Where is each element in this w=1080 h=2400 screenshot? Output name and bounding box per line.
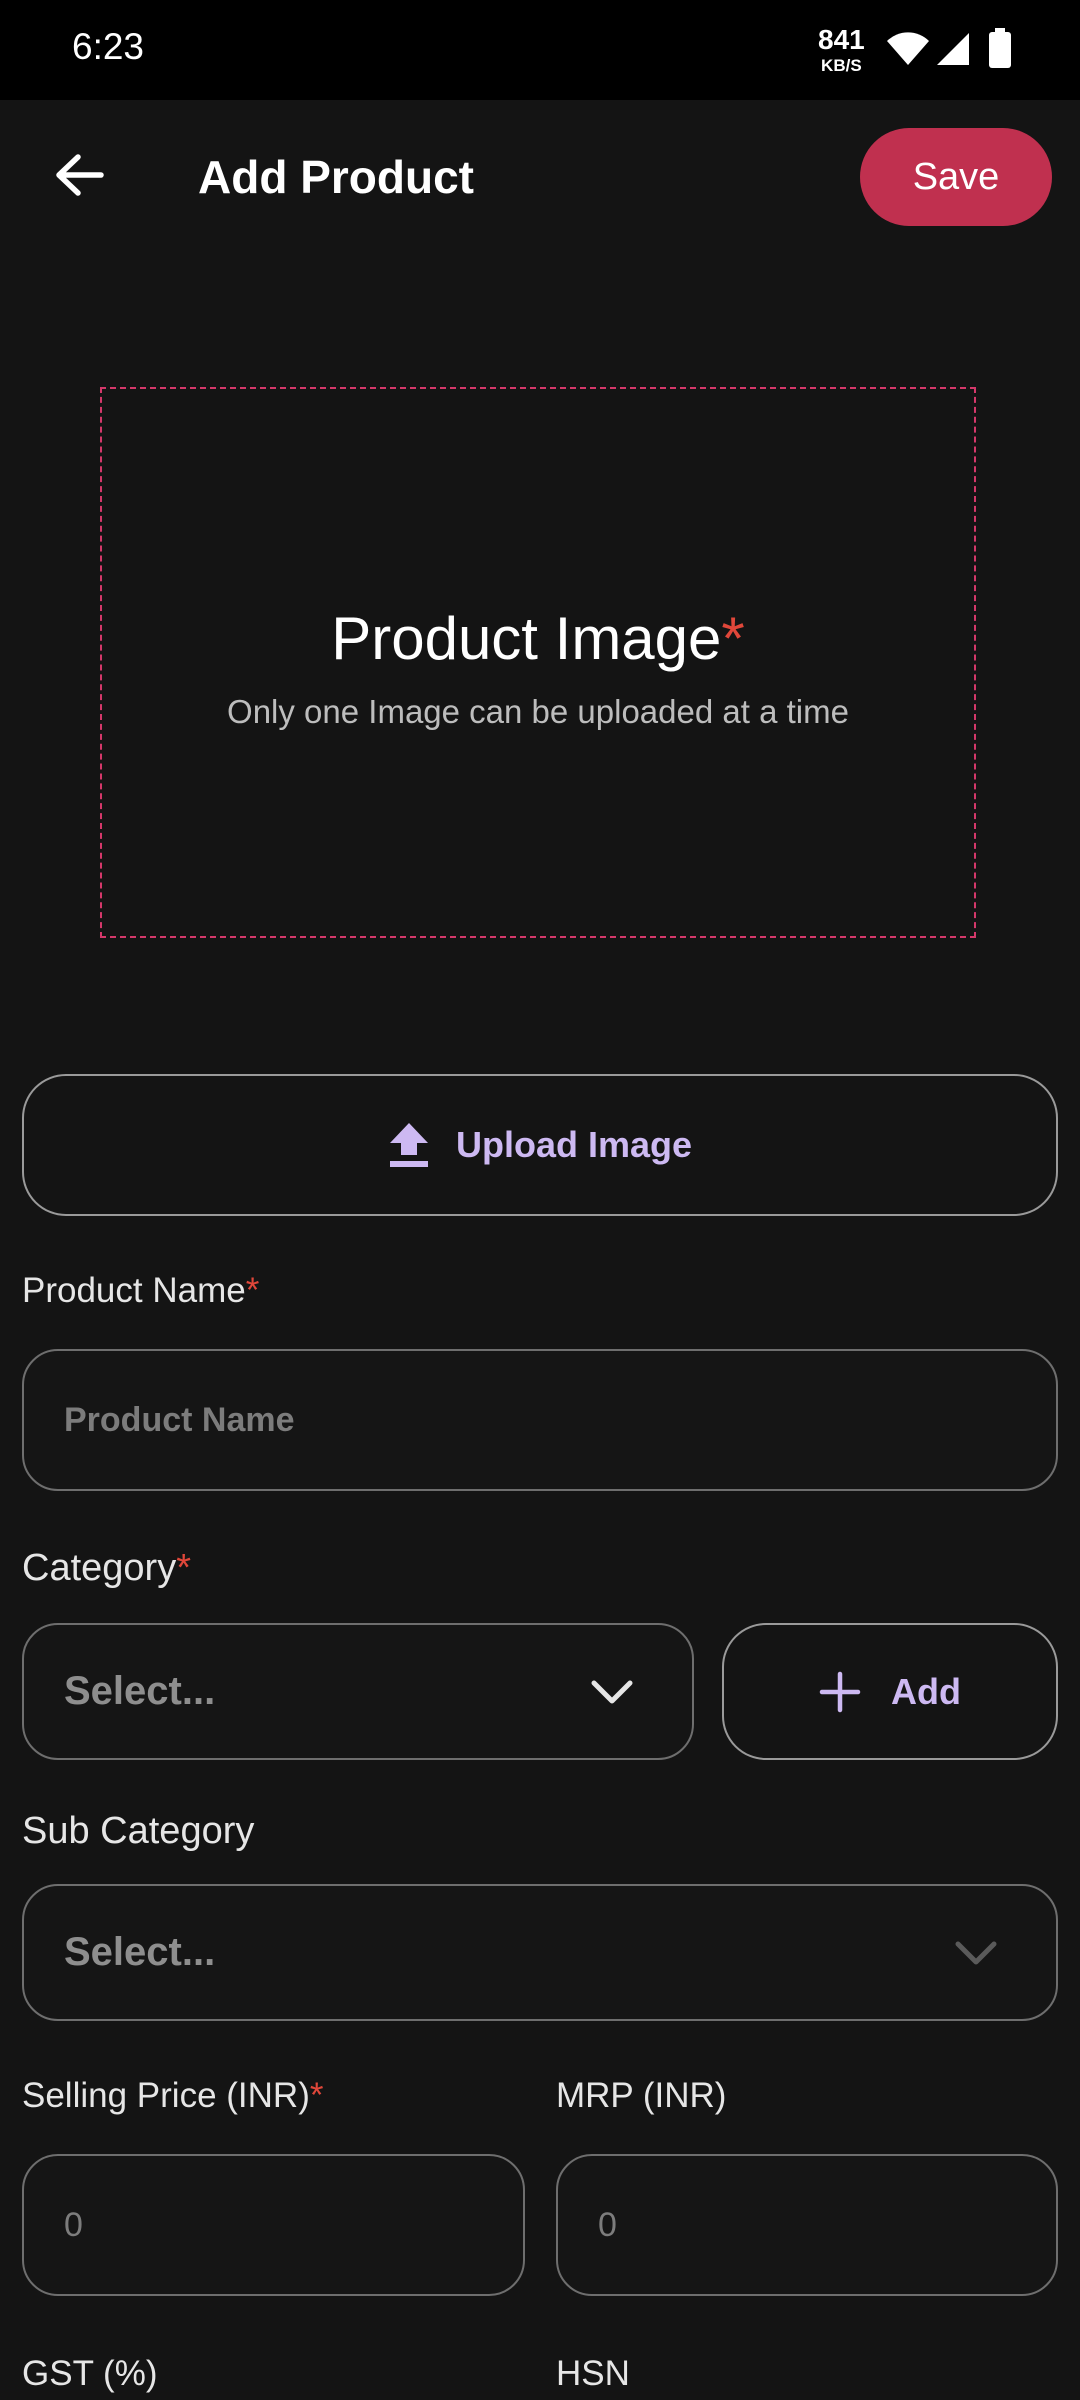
product-image-title-text: Product Image bbox=[331, 605, 722, 672]
product-image-dropzone[interactable]: Product Image* Only one Image can be upl… bbox=[100, 387, 976, 938]
selling-price-field[interactable]: 0 bbox=[22, 2154, 525, 2296]
status-time: 6:23 bbox=[72, 26, 145, 67]
sub-category-select-value: Select... bbox=[64, 1930, 216, 1974]
sub-category-label: Sub Category bbox=[22, 1810, 255, 1852]
sub-category-select[interactable]: Select... bbox=[22, 1884, 1058, 2021]
status-bar: 6:23 841 KB/S bbox=[0, 0, 1080, 100]
wifi-icon bbox=[887, 32, 929, 65]
product-image-hint: Only one Image can be uploaded at a time bbox=[227, 693, 849, 730]
selling-price-label-text: Selling Price (INR) bbox=[22, 2076, 310, 2115]
add-category-label: Add bbox=[891, 1670, 961, 1712]
category-select[interactable]: Select... bbox=[22, 1623, 694, 1760]
network-speed-value: 841 bbox=[818, 24, 865, 55]
network-speed: 841 KB/S bbox=[818, 24, 865, 75]
network-speed-unit: KB/S bbox=[821, 56, 862, 75]
product-name-label-text: Product Name bbox=[22, 1271, 246, 1310]
save-button[interactable]: Save bbox=[860, 128, 1052, 226]
add-category-button[interactable]: Add bbox=[722, 1623, 1058, 1760]
category-label-text: Category bbox=[22, 1547, 177, 1589]
back-button[interactable] bbox=[44, 140, 114, 210]
upload-icon bbox=[389, 1123, 428, 1167]
battery-icon bbox=[989, 28, 1011, 68]
signal-icon bbox=[937, 33, 969, 65]
required-asterisk: * bbox=[721, 605, 745, 672]
upload-image-label: Upload Image bbox=[455, 1124, 693, 1165]
chevron-down-icon bbox=[591, 1680, 633, 1704]
product-name-label: Product Name* bbox=[22, 1271, 259, 1311]
product-image-title: Product Image* bbox=[102, 604, 974, 673]
required-asterisk: * bbox=[245, 1271, 260, 1310]
mrp-placeholder: 0 bbox=[598, 2206, 617, 2244]
save-button-label: Save bbox=[912, 155, 1000, 198]
category-label: Category* bbox=[22, 1547, 191, 1590]
required-asterisk: * bbox=[309, 2076, 324, 2115]
page-title: Add Product bbox=[198, 151, 474, 203]
chevron-down-icon bbox=[955, 1941, 997, 1965]
plus-icon bbox=[819, 1671, 861, 1712]
upload-image-button[interactable]: Upload Image bbox=[22, 1074, 1058, 1216]
selling-price-placeholder: 0 bbox=[64, 2206, 83, 2244]
selling-price-label: Selling Price (INR)* bbox=[22, 2076, 323, 2116]
category-select-value: Select... bbox=[64, 1669, 216, 1713]
gst-label: GST (%) bbox=[22, 2354, 158, 2393]
mrp-field[interactable]: 0 bbox=[556, 2154, 1058, 2296]
product-name-field[interactable]: Product Name bbox=[22, 1349, 1058, 1491]
product-name-placeholder: Product Name bbox=[64, 1401, 295, 1439]
hsn-label: HSN bbox=[556, 2354, 630, 2393]
required-asterisk: * bbox=[176, 1547, 191, 1589]
arrow-left-icon bbox=[56, 154, 104, 196]
mrp-label: MRP (INR) bbox=[556, 2076, 727, 2115]
